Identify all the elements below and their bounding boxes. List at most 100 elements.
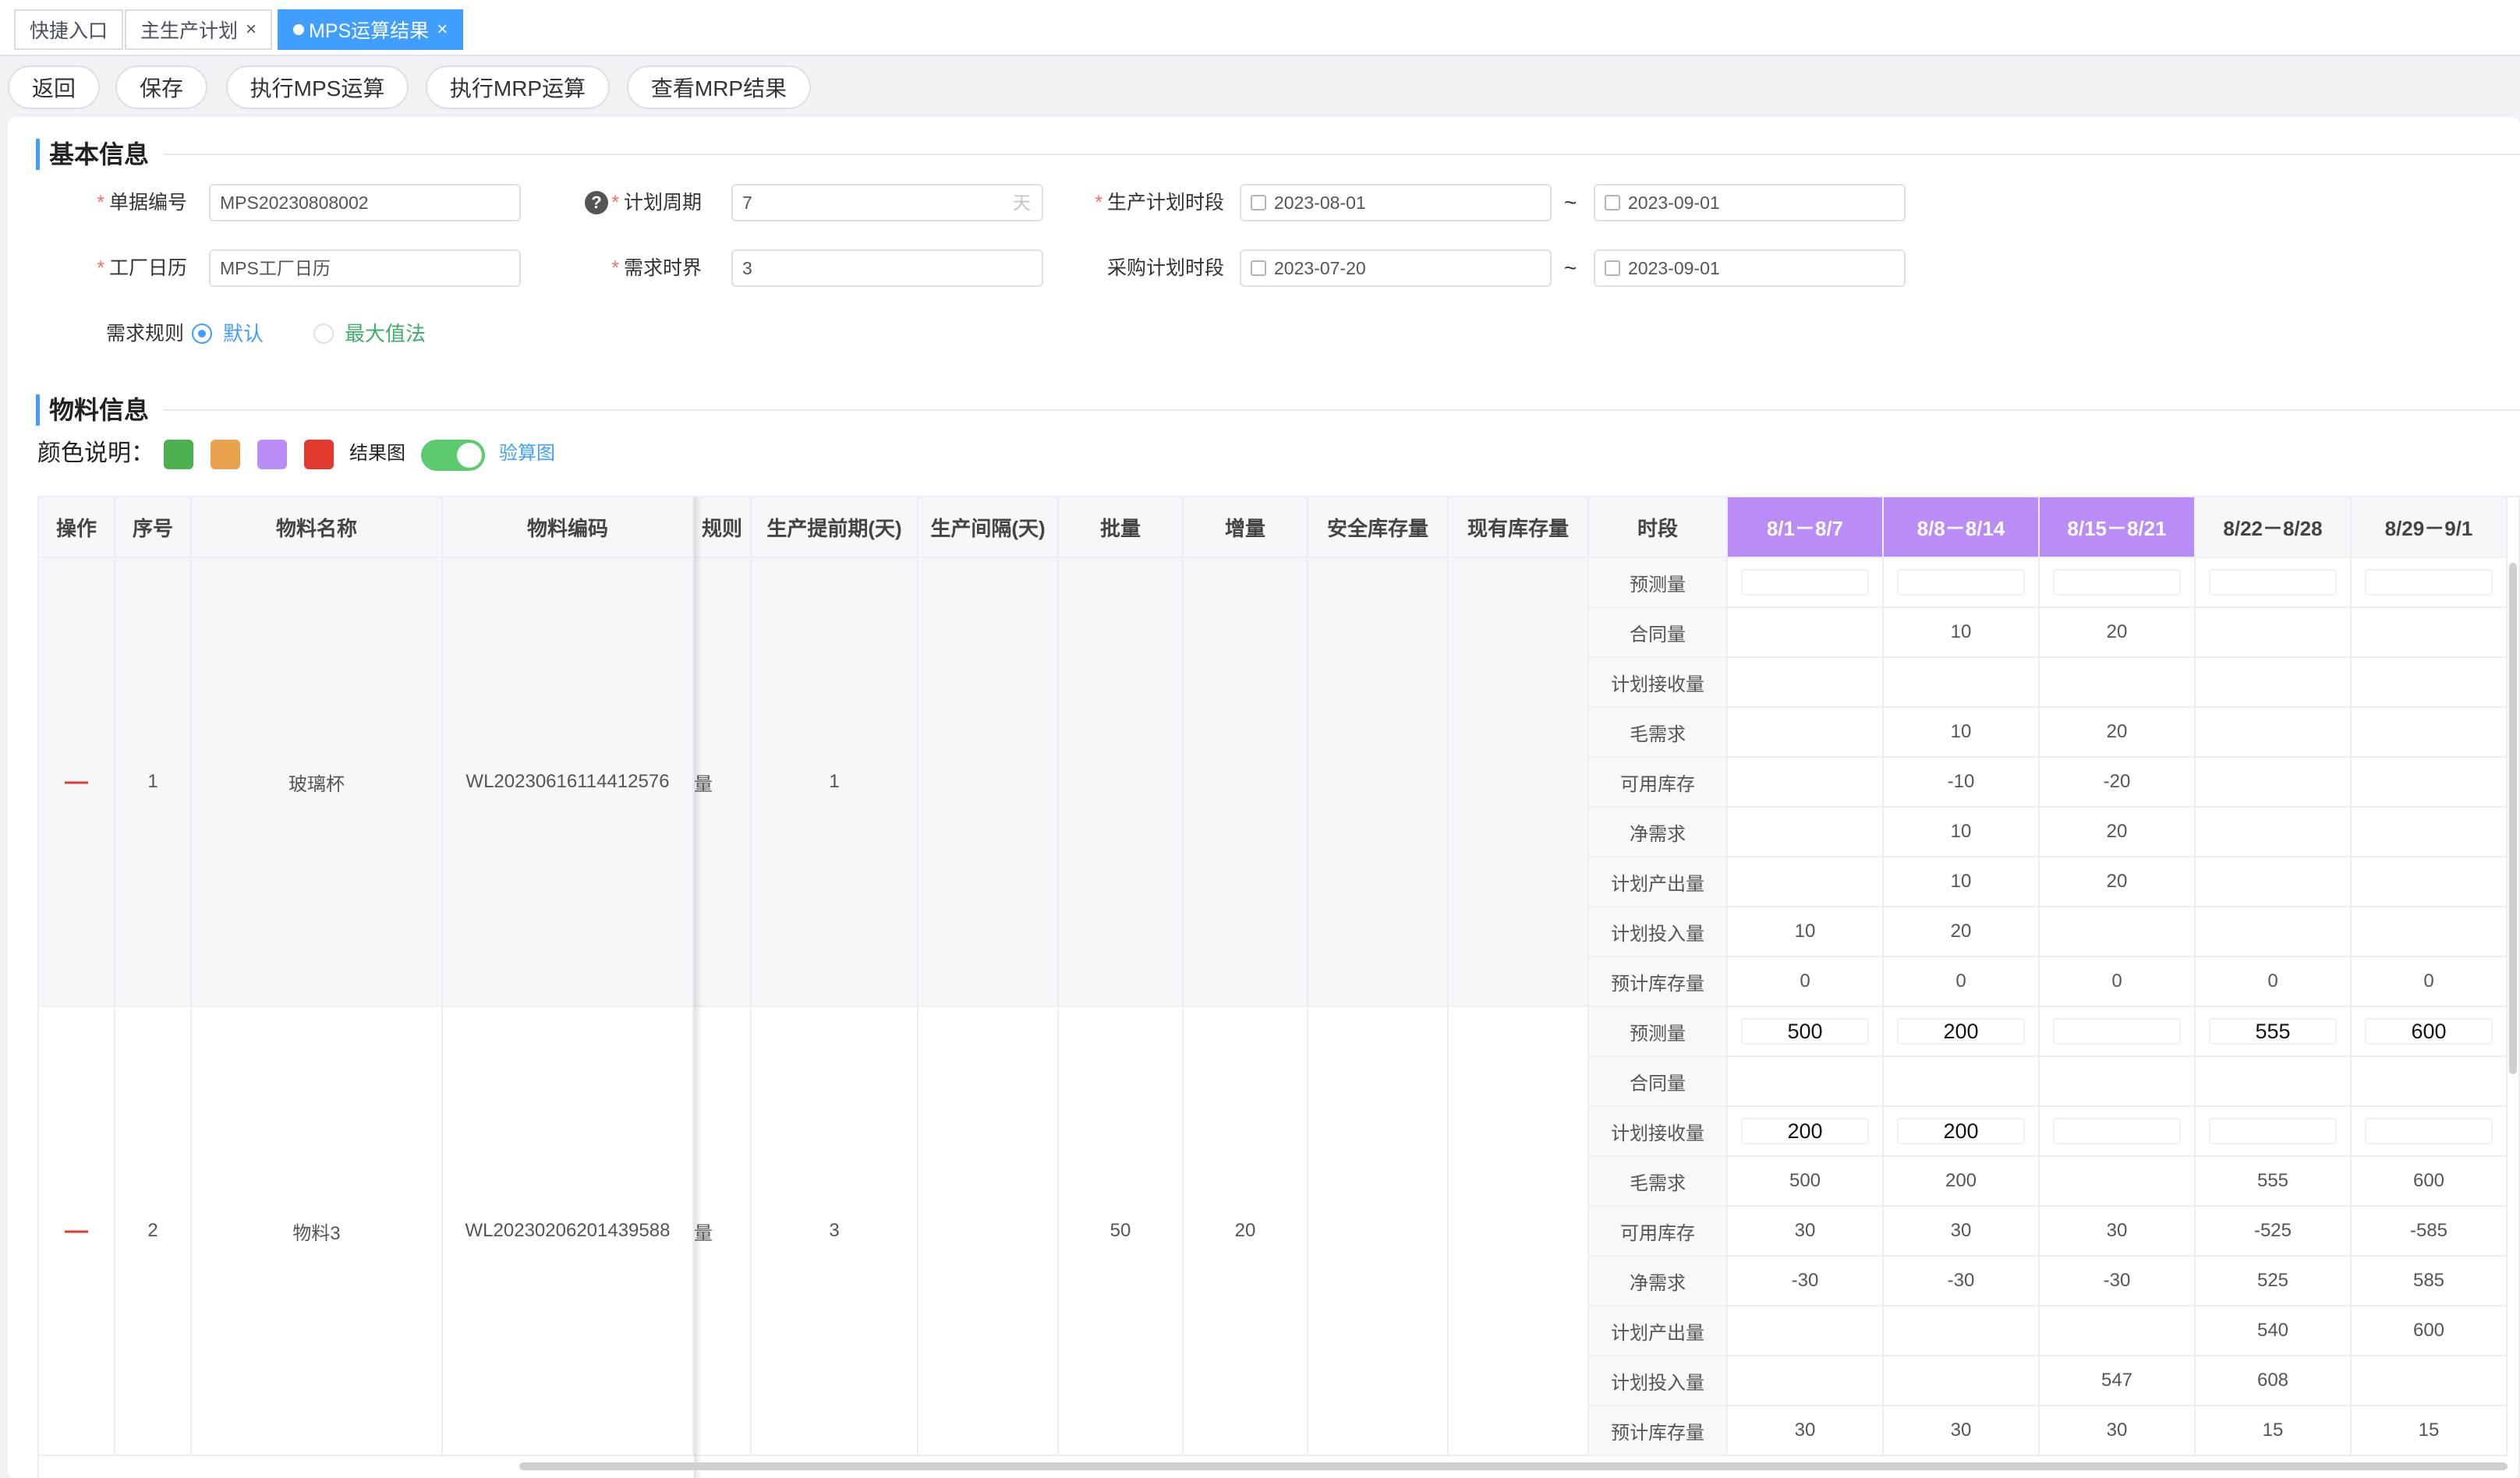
- period-input[interactable]: [1741, 569, 1869, 596]
- period-input-cell[interactable]: [2352, 1107, 2508, 1157]
- period-value-cell: 10: [1884, 808, 2040, 857]
- period-input[interactable]: [1897, 569, 2025, 596]
- radio-max[interactable]: 最大值法: [313, 316, 426, 351]
- period-input-cell[interactable]: 600: [2352, 1007, 2508, 1057]
- period-input-cell[interactable]: [1884, 558, 2040, 608]
- row-label: 计划产出量: [1589, 1307, 1728, 1356]
- period-value-cell: [2196, 608, 2352, 658]
- rule-label: 需求规则: [105, 323, 184, 345]
- cell-lead: 1: [752, 558, 918, 1007]
- cell-rule: 量: [694, 1007, 752, 1456]
- run-mrp-button[interactable]: 执行MRP运算: [426, 65, 610, 109]
- prod-end-date[interactable]: 2023-09-01: [1594, 184, 1906, 221]
- vertical-scrollbar[interactable]: [2509, 563, 2517, 1074]
- period-value-cell: 10: [1728, 907, 1884, 957]
- period-value-cell: [2352, 857, 2508, 907]
- period-value-cell: [2352, 907, 2508, 957]
- prod-start-date[interactable]: 2023-08-01: [1240, 184, 1552, 221]
- purch-end-date[interactable]: 2023-09-01: [1594, 249, 1906, 287]
- close-icon[interactable]: ×: [437, 19, 448, 41]
- tab-quick-entry[interactable]: 快捷入口: [14, 9, 124, 50]
- period-input-cell[interactable]: [2040, 1007, 2196, 1057]
- period-input[interactable]: 200: [1897, 1118, 2025, 1144]
- cell-increment: 20: [1184, 1007, 1308, 1456]
- header-lead: 生产提前期(天): [752, 497, 918, 558]
- period-input-cell[interactable]: 555: [2196, 1007, 2352, 1057]
- period-input[interactable]: 200: [1897, 1018, 2025, 1045]
- collapse-icon[interactable]: —: [65, 769, 88, 795]
- tab-bar: 快捷入口 主生产计划 × MPS运算结果 ×: [0, 0, 2520, 56]
- cell-seq: 2: [115, 1007, 192, 1456]
- period-input[interactable]: 555: [2209, 1018, 2337, 1045]
- period-input-cell[interactable]: [2196, 1107, 2352, 1157]
- header-onhand: 现有库存量: [1449, 497, 1589, 558]
- horizontal-scrollbar[interactable]: [519, 1462, 2508, 1470]
- period-input-cell[interactable]: 500: [1728, 1007, 1884, 1057]
- check-chart-link[interactable]: 验算图: [499, 437, 555, 471]
- period-value-cell: [2040, 658, 2196, 708]
- legend-swatch-red: [304, 440, 334, 469]
- period-value-cell: [2352, 708, 2508, 758]
- view-mrp-button[interactable]: 查看MRP结果: [627, 65, 811, 109]
- period-value-cell: 0: [1728, 957, 1884, 1007]
- horizon-input[interactable]: 3: [731, 249, 1043, 287]
- header-period-2: 8/8－8/14: [1884, 497, 2040, 558]
- period-input-cell[interactable]: [2196, 558, 2352, 608]
- row-label: 计划接收量: [1589, 658, 1728, 708]
- close-icon[interactable]: ×: [246, 19, 257, 41]
- period-input-cell[interactable]: [2352, 558, 2508, 608]
- period-value-cell: [2352, 1356, 2508, 1406]
- period-input[interactable]: [2365, 1118, 2493, 1144]
- doc-no-input[interactable]: MPS20230808002: [209, 184, 521, 221]
- period-value-cell: 20: [2040, 608, 2196, 658]
- header-seq: 序号: [115, 497, 192, 558]
- back-button[interactable]: 返回: [8, 65, 100, 109]
- period-input-cell[interactable]: [1728, 558, 1884, 608]
- period-value-cell: [1728, 708, 1884, 758]
- tab-master-plan[interactable]: 主生产计划 ×: [125, 9, 273, 50]
- period-input[interactable]: 600: [2365, 1018, 2493, 1045]
- color-legend-label: 颜色说明：: [37, 440, 154, 466]
- period-value-cell: 30: [1884, 1207, 2040, 1257]
- period-input-cell[interactable]: [2040, 1107, 2196, 1157]
- cell-name: 物料3: [192, 1007, 443, 1456]
- period-value-cell: 540: [2196, 1307, 2352, 1356]
- header-increment: 增量: [1184, 497, 1308, 558]
- period-input[interactable]: [2053, 1118, 2181, 1144]
- header-period-5: 8/29－9/1: [2352, 497, 2508, 558]
- purch-start-date[interactable]: 2023-07-20: [1240, 249, 1552, 287]
- tab-mps-result[interactable]: MPS运算结果 ×: [278, 9, 464, 50]
- run-mps-button[interactable]: 执行MPS运算: [226, 65, 409, 109]
- row-label: 预测量: [1589, 1007, 1728, 1057]
- period-value-cell: [2352, 608, 2508, 658]
- period-value-cell: 30: [1728, 1207, 1884, 1257]
- period-input-cell[interactable]: [2040, 558, 2196, 608]
- cell-lead: 3: [752, 1007, 918, 1456]
- period-input[interactable]: [2209, 569, 2337, 596]
- period-input-cell[interactable]: 200: [1884, 1107, 2040, 1157]
- period-input[interactable]: [2209, 1118, 2337, 1144]
- period-input-cell[interactable]: 200: [1884, 1007, 2040, 1057]
- calendar-select[interactable]: MPS工厂日历: [209, 249, 521, 287]
- collapse-icon[interactable]: —: [65, 1218, 88, 1244]
- period-input[interactable]: [2053, 1018, 2181, 1045]
- period-input[interactable]: 200: [1741, 1118, 1869, 1144]
- row-label: 毛需求: [1589, 708, 1728, 758]
- period-value-cell: 600: [2352, 1157, 2508, 1207]
- save-button[interactable]: 保存: [115, 65, 207, 109]
- header-rule: 规则: [694, 497, 752, 558]
- help-icon[interactable]: ?: [585, 191, 608, 214]
- cycle-input[interactable]: 7天: [731, 184, 1043, 221]
- radio-default[interactable]: 默认: [192, 316, 264, 351]
- result-chart-toggle[interactable]: [421, 440, 485, 471]
- period-input-cell[interactable]: 200: [1728, 1107, 1884, 1157]
- period-value-cell: 600: [2352, 1307, 2508, 1356]
- cell-seq: 1: [115, 558, 192, 1007]
- period-input[interactable]: 500: [1741, 1018, 1869, 1045]
- period-input[interactable]: [2365, 569, 2493, 596]
- period-value-cell: [1728, 758, 1884, 808]
- period-value-cell: 20: [2040, 808, 2196, 857]
- period-value-cell: 30: [1728, 1406, 1884, 1456]
- period-input[interactable]: [2053, 569, 2181, 596]
- cell-safety: [1308, 1007, 1449, 1456]
